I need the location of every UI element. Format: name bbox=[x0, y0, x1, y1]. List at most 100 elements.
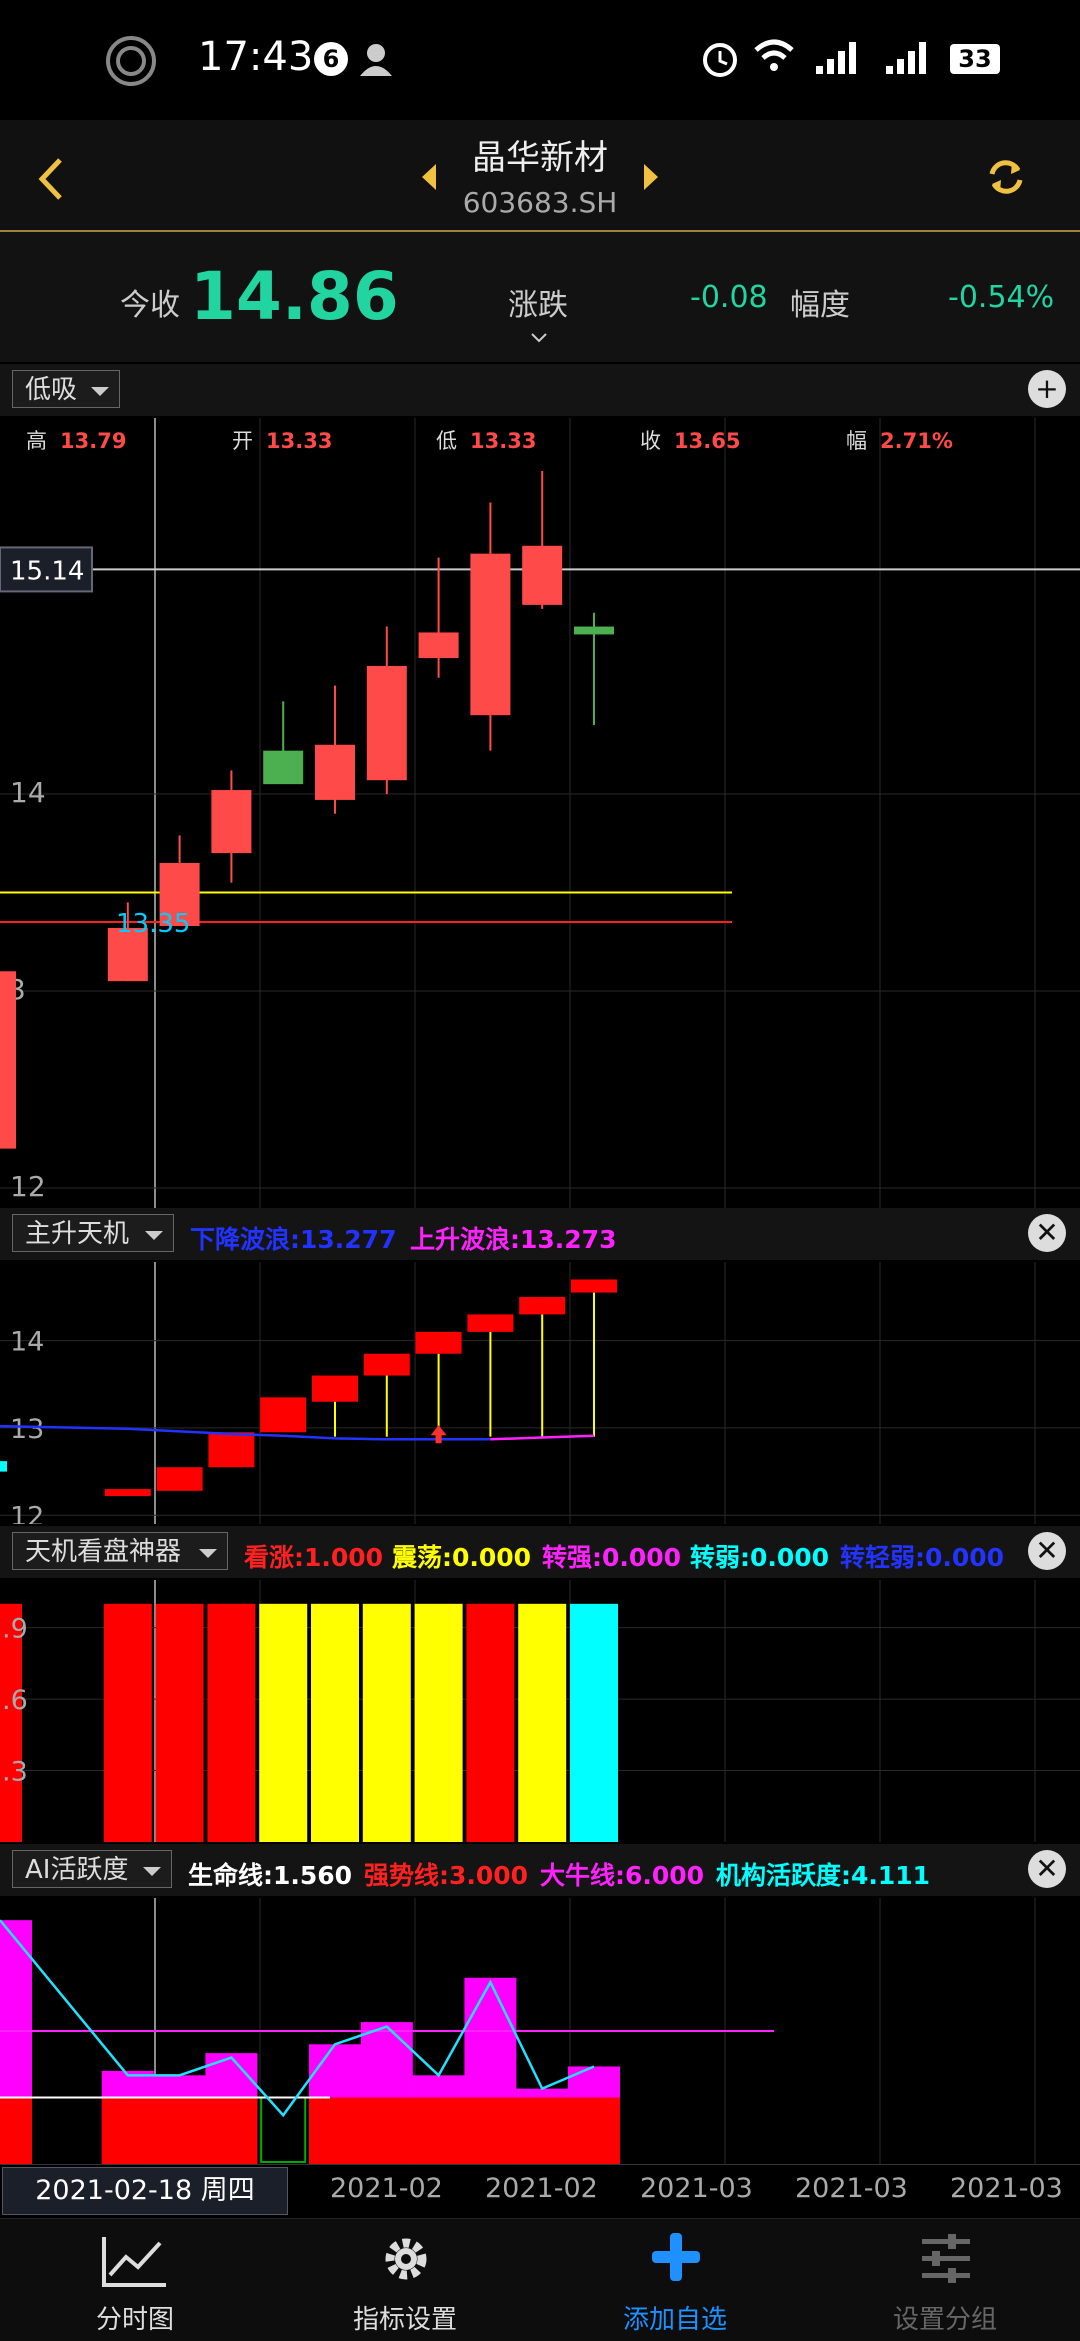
date-label: 2021-02 bbox=[330, 2173, 443, 2204]
price-tag-label: 15.14 bbox=[10, 556, 84, 586]
candle-body bbox=[366, 665, 407, 781]
plus-icon bbox=[652, 2233, 700, 2281]
panel4-indicator-1: 强势线:3.000 bbox=[364, 1861, 529, 1890]
date-label: 2021-03 bbox=[950, 2173, 1063, 2204]
date-label: 2021-03 bbox=[640, 2173, 753, 2204]
chevron-down-icon[interactable] bbox=[530, 332, 548, 344]
wave-box bbox=[208, 1432, 255, 1468]
date-label: 2021-02 bbox=[485, 2173, 598, 2204]
panel4-indicator-0: 生命线:1.560 bbox=[188, 1861, 353, 1890]
status-time: 17:43 bbox=[198, 34, 314, 80]
wave-box bbox=[156, 1467, 203, 1491]
panel3-chart[interactable]: .9 .6 .3 bbox=[0, 1580, 1080, 1842]
wave-box bbox=[260, 1397, 307, 1433]
candle-body bbox=[574, 626, 614, 635]
nav-item-add-watchlist[interactable]: 添加自选 bbox=[540, 2219, 810, 2341]
ohlc-label: 低 bbox=[436, 429, 457, 453]
refresh-icon[interactable] bbox=[986, 156, 1026, 198]
dropdown-arrow-icon bbox=[143, 1867, 161, 1876]
ohlc-value: 13.33 bbox=[266, 429, 332, 453]
ohlc-value: 13.65 bbox=[674, 429, 740, 453]
panel2-close-button[interactable]: ✕ bbox=[1028, 1214, 1066, 1252]
close-label: 今收 bbox=[120, 288, 180, 323]
panel3-indicator-4: 转轻弱:0.000 bbox=[840, 1543, 1005, 1572]
line-chart-icon bbox=[102, 2237, 166, 2287]
add-panel-button[interactable]: + bbox=[1028, 370, 1066, 408]
prev-stock-icon[interactable] bbox=[420, 162, 438, 192]
nav-label: 指标设置 bbox=[352, 2305, 457, 2335]
dropdown-arrow-icon bbox=[91, 387, 109, 396]
change-value: -0.08 bbox=[690, 280, 768, 315]
back-icon[interactable] bbox=[34, 156, 68, 202]
stock-code: 603683.SH bbox=[462, 186, 618, 219]
close-icon: ✕ bbox=[1035, 1534, 1059, 1567]
ohlc-value: 13.33 bbox=[470, 429, 536, 453]
signal-bar bbox=[103, 1603, 152, 1842]
activity-bar bbox=[205, 2097, 258, 2164]
notification-badge: 6 bbox=[314, 42, 348, 76]
stock-name: 晶华新材 bbox=[472, 138, 608, 178]
nav-label: 添加自选 bbox=[622, 2305, 727, 2335]
signal-bar bbox=[311, 1603, 359, 1842]
panel4-indicator-select[interactable]: AI活跃度 bbox=[12, 1850, 172, 1888]
panel3-indicator-select[interactable]: 天机看盘神器 bbox=[12, 1532, 228, 1570]
wave-box bbox=[571, 1279, 617, 1293]
y-tick-label: 12 bbox=[10, 1170, 46, 1203]
battery-indicator: 33 bbox=[950, 44, 1000, 74]
wave-box bbox=[0, 1461, 7, 1472]
panel3-indicator-2: 转强:0.000 bbox=[542, 1543, 682, 1572]
dropdown-arrow-icon bbox=[145, 1231, 163, 1240]
change-label[interactable]: 涨跌 bbox=[508, 280, 568, 324]
date-label: 2021-03 bbox=[795, 2173, 908, 2204]
panel2-indicator-0: 下降波浪:13.277 bbox=[190, 1225, 397, 1254]
wave-box bbox=[519, 1296, 566, 1315]
nav-item-set-group[interactable]: 设置分组 bbox=[810, 2219, 1080, 2341]
ohlc-value: 2.71% bbox=[880, 429, 953, 453]
candle-body bbox=[263, 750, 304, 785]
y-tick-label: .9 bbox=[2, 1614, 28, 1645]
signal-bar bbox=[414, 1603, 463, 1842]
panel2-indicator-label: 主升天机 bbox=[25, 1219, 130, 1249]
nav-label: 分时图 bbox=[95, 2305, 174, 2335]
main-indicator-label: 低吸 bbox=[25, 375, 78, 405]
signal-bar bbox=[518, 1603, 567, 1842]
main-indicator-select[interactable]: 低吸 bbox=[12, 370, 120, 408]
pct-value: -0.54% bbox=[948, 280, 1055, 315]
wave-box bbox=[312, 1375, 358, 1402]
pct-label: 幅度 bbox=[790, 288, 850, 323]
panel2-chart[interactable]: 14 13 12 bbox=[0, 1262, 1080, 1524]
ohlc-label: 开 bbox=[232, 429, 253, 453]
activity-bar bbox=[412, 2097, 465, 2164]
stock-header: 晶华新材 603683.SH bbox=[0, 120, 1080, 232]
panel4-chart[interactable] bbox=[0, 1898, 1080, 2164]
panel2-indicator-select[interactable]: 主升天机 bbox=[12, 1214, 174, 1252]
main-panel-bar: 低吸 + bbox=[0, 364, 1080, 416]
nav-item-timeshare[interactable]: 分时图 bbox=[0, 2219, 270, 2341]
plus-icon: + bbox=[1035, 372, 1059, 405]
panel3-close-button[interactable]: ✕ bbox=[1028, 1532, 1066, 1570]
cursor-date: 2021-02-18 周四 bbox=[2, 2167, 288, 2215]
y-tick-label: .3 bbox=[2, 1757, 28, 1788]
candlestick-chart[interactable]: 高 13.79 开 13.33 低 13.33 收 13.65 幅 2.71%1431215.14… bbox=[0, 418, 1080, 1208]
activity-bar bbox=[464, 2097, 517, 2164]
bottom-nav: 分时图 指标设置 添加自选 设置分组 bbox=[0, 2218, 1080, 2341]
candle-body bbox=[418, 632, 459, 659]
next-stock-icon[interactable] bbox=[642, 162, 660, 192]
close-icon: ✕ bbox=[1035, 1852, 1059, 1885]
activity-bar bbox=[568, 2097, 620, 2164]
signal-icon bbox=[816, 42, 856, 74]
wave-box bbox=[467, 1314, 514, 1332]
signal-bar bbox=[362, 1603, 411, 1842]
panel4-close-button[interactable]: ✕ bbox=[1028, 1850, 1066, 1888]
ohlc-label: 收 bbox=[640, 429, 661, 453]
panel4-indicator-2: 大牛线:6.000 bbox=[540, 1861, 705, 1890]
signal-bar bbox=[155, 1603, 204, 1842]
sliders-icon bbox=[922, 2234, 970, 2283]
activity-bar bbox=[260, 2096, 307, 2163]
signal-bar bbox=[466, 1603, 515, 1842]
candle-body bbox=[0, 971, 16, 1149]
user-icon bbox=[360, 44, 392, 76]
nav-item-indicator-settings[interactable]: 指标设置 bbox=[270, 2219, 540, 2341]
panel4-bar: AI活跃度 生命线:1.560 强势线:3.000 大牛线:6.000 机构活跃… bbox=[0, 1844, 1080, 1896]
activity-bar bbox=[309, 2097, 361, 2164]
